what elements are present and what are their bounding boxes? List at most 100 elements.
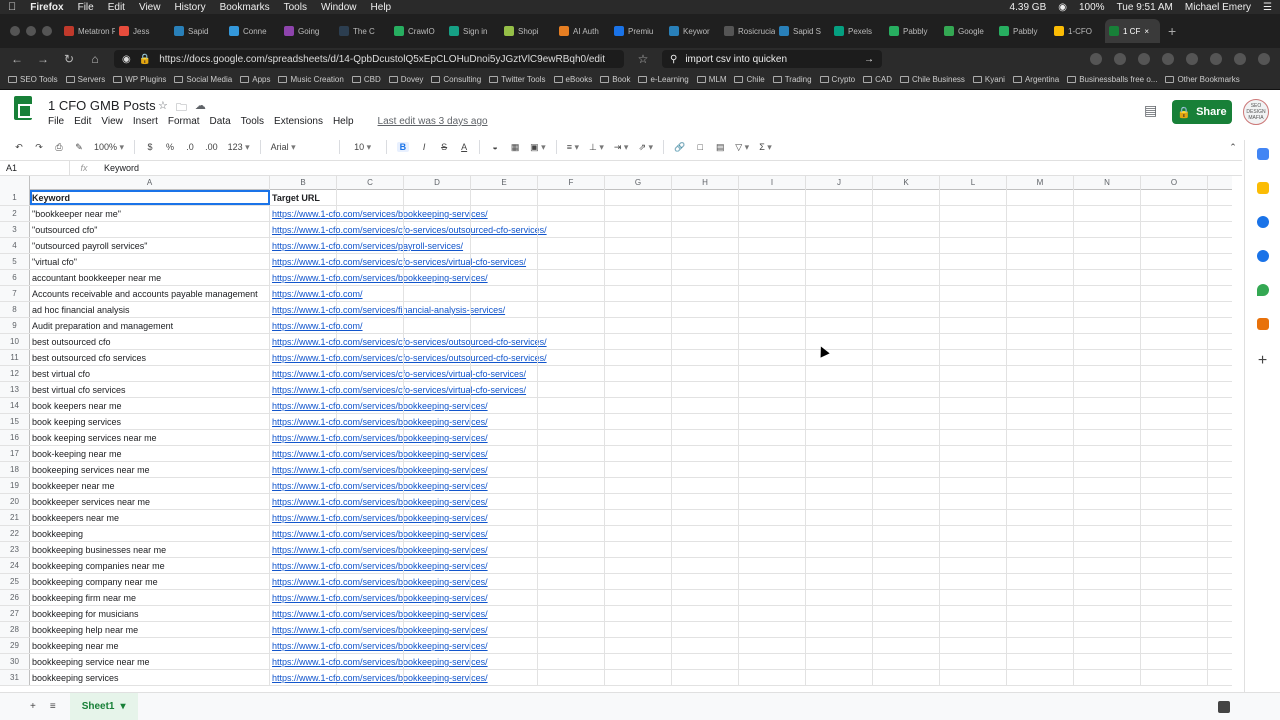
cell[interactable]	[806, 318, 873, 333]
extension-icon[interactable]	[1258, 53, 1270, 65]
cell[interactable]	[806, 542, 873, 557]
cell[interactable]	[404, 590, 471, 605]
cell[interactable]	[1141, 318, 1208, 333]
cell[interactable]: best virtual cfo services	[30, 382, 270, 397]
cell[interactable]: https://www.1-cfo.com/services/cfo-servi…	[270, 222, 547, 237]
cell[interactable]	[806, 446, 873, 461]
cell[interactable]	[538, 254, 605, 269]
column-header[interactable]: F	[538, 176, 605, 190]
bookmark-folder[interactable]: WP Plugins	[113, 75, 166, 84]
cell[interactable]	[1007, 398, 1074, 413]
row-header[interactable]: 5	[0, 254, 30, 269]
cell[interactable]	[471, 190, 538, 205]
cell[interactable]	[404, 382, 471, 397]
cell[interactable]	[538, 414, 605, 429]
cell[interactable]	[806, 574, 873, 589]
cell[interactable]	[1141, 206, 1208, 221]
cell[interactable]	[1141, 638, 1208, 653]
cell[interactable]	[940, 302, 1007, 317]
cell[interactable]	[1141, 430, 1208, 445]
cell[interactable]: https://www.1-cfo.com/services/bookkeepi…	[270, 558, 488, 573]
cell[interactable]	[337, 558, 404, 573]
column-header[interactable]: C	[337, 176, 404, 190]
decrease-decimal-button[interactable]: .0	[185, 142, 195, 152]
column-header[interactable]: H	[672, 176, 739, 190]
cell[interactable]	[1141, 222, 1208, 237]
cell[interactable]	[404, 414, 471, 429]
cell[interactable]	[404, 222, 471, 237]
cell[interactable]	[404, 302, 471, 317]
cell[interactable]	[1074, 334, 1141, 349]
row-header[interactable]: 2	[0, 206, 30, 221]
cell[interactable]	[337, 366, 404, 381]
cell[interactable]	[806, 414, 873, 429]
cell[interactable]	[605, 542, 672, 557]
cell[interactable]	[404, 654, 471, 669]
cell[interactable]	[873, 622, 940, 637]
cell[interactable]	[739, 478, 806, 493]
doc-title[interactable]: 1 CFO GMB Posts	[48, 98, 156, 113]
cell[interactable]	[1074, 398, 1141, 413]
calendar-icon[interactable]	[1256, 148, 1269, 160]
cell[interactable]	[873, 302, 940, 317]
row-header[interactable]: 18	[0, 462, 30, 477]
cell[interactable]	[538, 270, 605, 285]
cell[interactable]	[605, 286, 672, 301]
cell[interactable]	[404, 190, 471, 205]
cell[interactable]	[1074, 606, 1141, 621]
cell[interactable]	[873, 542, 940, 557]
cell[interactable]	[337, 462, 404, 477]
cell[interactable]	[605, 350, 672, 365]
bookmark-folder[interactable]: Trading	[772, 75, 812, 84]
avatar[interactable]: SEO DESIGN MAFIA	[1243, 99, 1269, 125]
cell[interactable]	[1007, 462, 1074, 477]
mac-menu-item[interactable]: Edit	[108, 2, 125, 13]
cell[interactable]: https://www.1-cfo.com/services/bookkeepi…	[270, 638, 488, 653]
cell[interactable]: https://www.1-cfo.com/services/bookkeepi…	[270, 654, 488, 669]
cell[interactable]	[538, 638, 605, 653]
cell[interactable]	[404, 318, 471, 333]
share-button[interactable]: 🔒 Share	[1172, 100, 1232, 124]
cell[interactable]	[940, 558, 1007, 573]
doc-menu-item[interactable]: View	[101, 116, 123, 127]
cell[interactable]	[873, 398, 940, 413]
cell[interactable]	[806, 334, 873, 349]
cell[interactable]	[940, 334, 1007, 349]
mac-menu-item[interactable]: Help	[371, 2, 392, 13]
bookmark-folder[interactable]: CAD	[863, 75, 892, 84]
cell[interactable]	[1074, 286, 1141, 301]
cell[interactable]	[806, 590, 873, 605]
cell[interactable]	[1074, 542, 1141, 557]
cell[interactable]	[873, 190, 940, 205]
cell[interactable]	[806, 670, 873, 685]
cell[interactable]	[1141, 382, 1208, 397]
cell[interactable]	[1007, 254, 1074, 269]
cell[interactable]	[940, 526, 1007, 541]
fill-color-icon[interactable]: ◒	[490, 142, 500, 152]
cell[interactable]	[806, 462, 873, 477]
row-header[interactable]: 17	[0, 446, 30, 461]
row-header[interactable]: 8	[0, 302, 30, 317]
column-header[interactable]: B	[270, 176, 337, 190]
cell[interactable]	[471, 446, 538, 461]
cell[interactable]: ad hoc financial analysis	[30, 302, 270, 317]
cell[interactable]	[940, 462, 1007, 477]
cell[interactable]	[471, 238, 538, 253]
more-formats-select[interactable]: 123	[228, 142, 250, 153]
cell[interactable]	[672, 430, 739, 445]
extension-icon[interactable]	[1234, 53, 1246, 65]
cell[interactable]	[873, 446, 940, 461]
cell[interactable]	[672, 254, 739, 269]
cell[interactable]	[1007, 222, 1074, 237]
cell[interactable]	[672, 462, 739, 477]
apple-icon[interactable]: 	[8, 1, 16, 13]
cell[interactable]: Accounts receivable and accounts payable…	[30, 286, 270, 301]
cell[interactable]	[940, 286, 1007, 301]
cell[interactable]: bookkeeping services	[30, 670, 270, 685]
browser-tab[interactable]: Sapid S	[775, 19, 830, 43]
cell[interactable]	[1074, 670, 1141, 685]
row-header[interactable]: 12	[0, 366, 30, 381]
cell[interactable]	[1141, 510, 1208, 525]
cell[interactable]: https://www.1-cfo.com/services/bookkeepi…	[270, 670, 488, 685]
bookmark-folder[interactable]: Music Creation	[278, 75, 344, 84]
